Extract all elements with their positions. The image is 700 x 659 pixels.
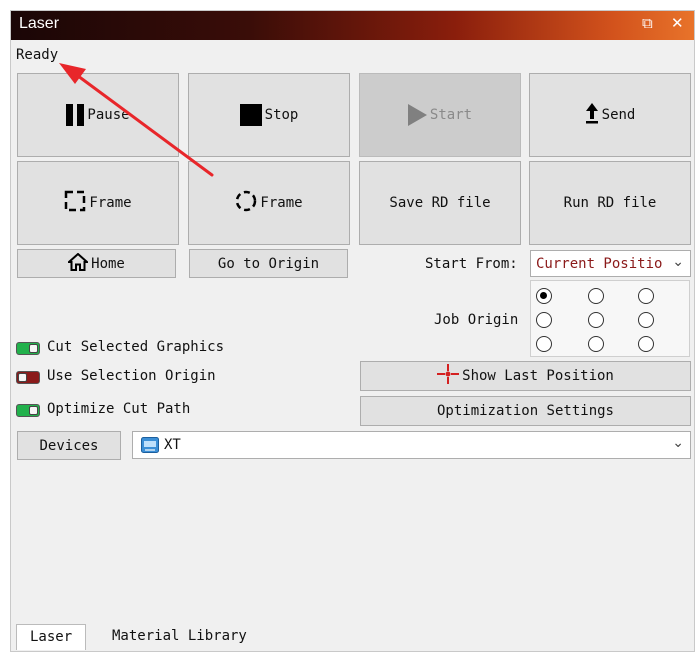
frame-rect-label: Frame — [89, 195, 132, 211]
origin-radio-center[interactable] — [588, 312, 604, 328]
optimization-settings-button[interactable]: Optimization Settings — [360, 396, 691, 426]
optimization-settings-label: Optimization Settings — [436, 403, 614, 419]
run-rd-button[interactable]: Run RD file — [529, 161, 691, 245]
play-icon — [407, 104, 427, 126]
job-origin-grid — [530, 280, 690, 357]
origin-radio-top-right[interactable] — [638, 288, 654, 304]
pause-label: Pause — [87, 107, 130, 123]
controller-icon — [141, 437, 159, 453]
close-icon[interactable]: ✕ — [671, 14, 684, 32]
optimize-cut-path-label: Optimize Cut Path — [47, 401, 191, 417]
send-label: Send — [601, 107, 636, 123]
stop-icon — [239, 104, 262, 126]
go-to-origin-button[interactable]: Go to Origin — [189, 249, 348, 278]
device-value: XT — [164, 437, 181, 453]
frame-rect-button[interactable]: Frame — [17, 161, 179, 245]
home-label: Home — [91, 255, 125, 272]
origin-radio-top-center[interactable] — [588, 288, 604, 304]
cut-selected-toggle[interactable] — [16, 342, 40, 355]
chevron-down-icon: ⌄ — [672, 254, 684, 270]
device-select[interactable]: XT ⌄ — [132, 431, 691, 459]
job-origin-label: Job Origin — [434, 312, 519, 328]
show-last-position-label: Show Last Position — [462, 368, 614, 384]
crosshair-icon — [437, 364, 460, 388]
origin-radio-bottom-center[interactable] — [588, 336, 604, 352]
pause-icon — [66, 104, 85, 126]
status-text: Ready — [16, 47, 59, 63]
stop-button[interactable]: Stop — [188, 73, 350, 157]
stop-label: Stop — [264, 107, 299, 123]
home-button[interactable]: Home — [17, 249, 176, 278]
origin-radio-bottom-left[interactable] — [536, 336, 552, 352]
tab-material-library[interactable]: Material Library — [99, 624, 260, 650]
start-from-label: Start From: — [425, 256, 518, 272]
bottom-tabs: Laser Material Library — [16, 624, 689, 652]
run-rd-label: Run RD file — [563, 195, 657, 211]
chevron-down-icon: ⌄ — [672, 435, 684, 451]
origin-radio-bottom-right[interactable] — [638, 336, 654, 352]
restore-icon[interactable]: ⧉ — [642, 14, 653, 32]
home-icon — [66, 252, 90, 275]
use-selection-origin-toggle[interactable] — [16, 371, 40, 384]
pause-button[interactable]: Pause — [17, 73, 179, 157]
save-rd-button[interactable]: Save RD file — [359, 161, 521, 245]
devices-button[interactable]: Devices — [17, 431, 121, 460]
start-from-select[interactable]: Current Positio ⌄ — [530, 250, 691, 277]
frame-circle-button[interactable]: Frame — [188, 161, 350, 245]
window-title: Laser — [19, 15, 60, 32]
origin-radio-top-left[interactable] — [536, 288, 552, 304]
show-last-position-button[interactable]: Show Last Position — [360, 361, 691, 391]
origin-radio-middle-right[interactable] — [638, 312, 654, 328]
go-to-origin-label: Go to Origin — [217, 255, 320, 272]
save-rd-label: Save RD file — [389, 195, 491, 211]
tab-laser[interactable]: Laser — [16, 624, 87, 650]
frame-circle-label: Frame — [260, 195, 303, 211]
devices-label: Devices — [39, 437, 99, 454]
frame-circle-icon — [235, 190, 257, 216]
optimize-cut-path-toggle[interactable] — [16, 404, 40, 417]
start-label: Start — [429, 107, 473, 123]
cut-selected-label: Cut Selected Graphics — [47, 339, 225, 355]
frame-rect-icon — [64, 190, 86, 216]
send-button[interactable]: Send — [529, 73, 691, 157]
start-button[interactable]: Start — [359, 73, 521, 157]
upload-arrow-icon — [585, 102, 599, 128]
origin-radio-middle-left[interactable] — [536, 312, 552, 328]
use-selection-origin-label: Use Selection Origin — [47, 368, 216, 384]
laser-panel: Laser ⧉ ✕ Ready Pause Stop Start Send Fr… — [10, 10, 695, 652]
title-bar: Laser ⧉ ✕ — [11, 11, 694, 40]
start-from-value: Current Positio — [536, 255, 663, 272]
